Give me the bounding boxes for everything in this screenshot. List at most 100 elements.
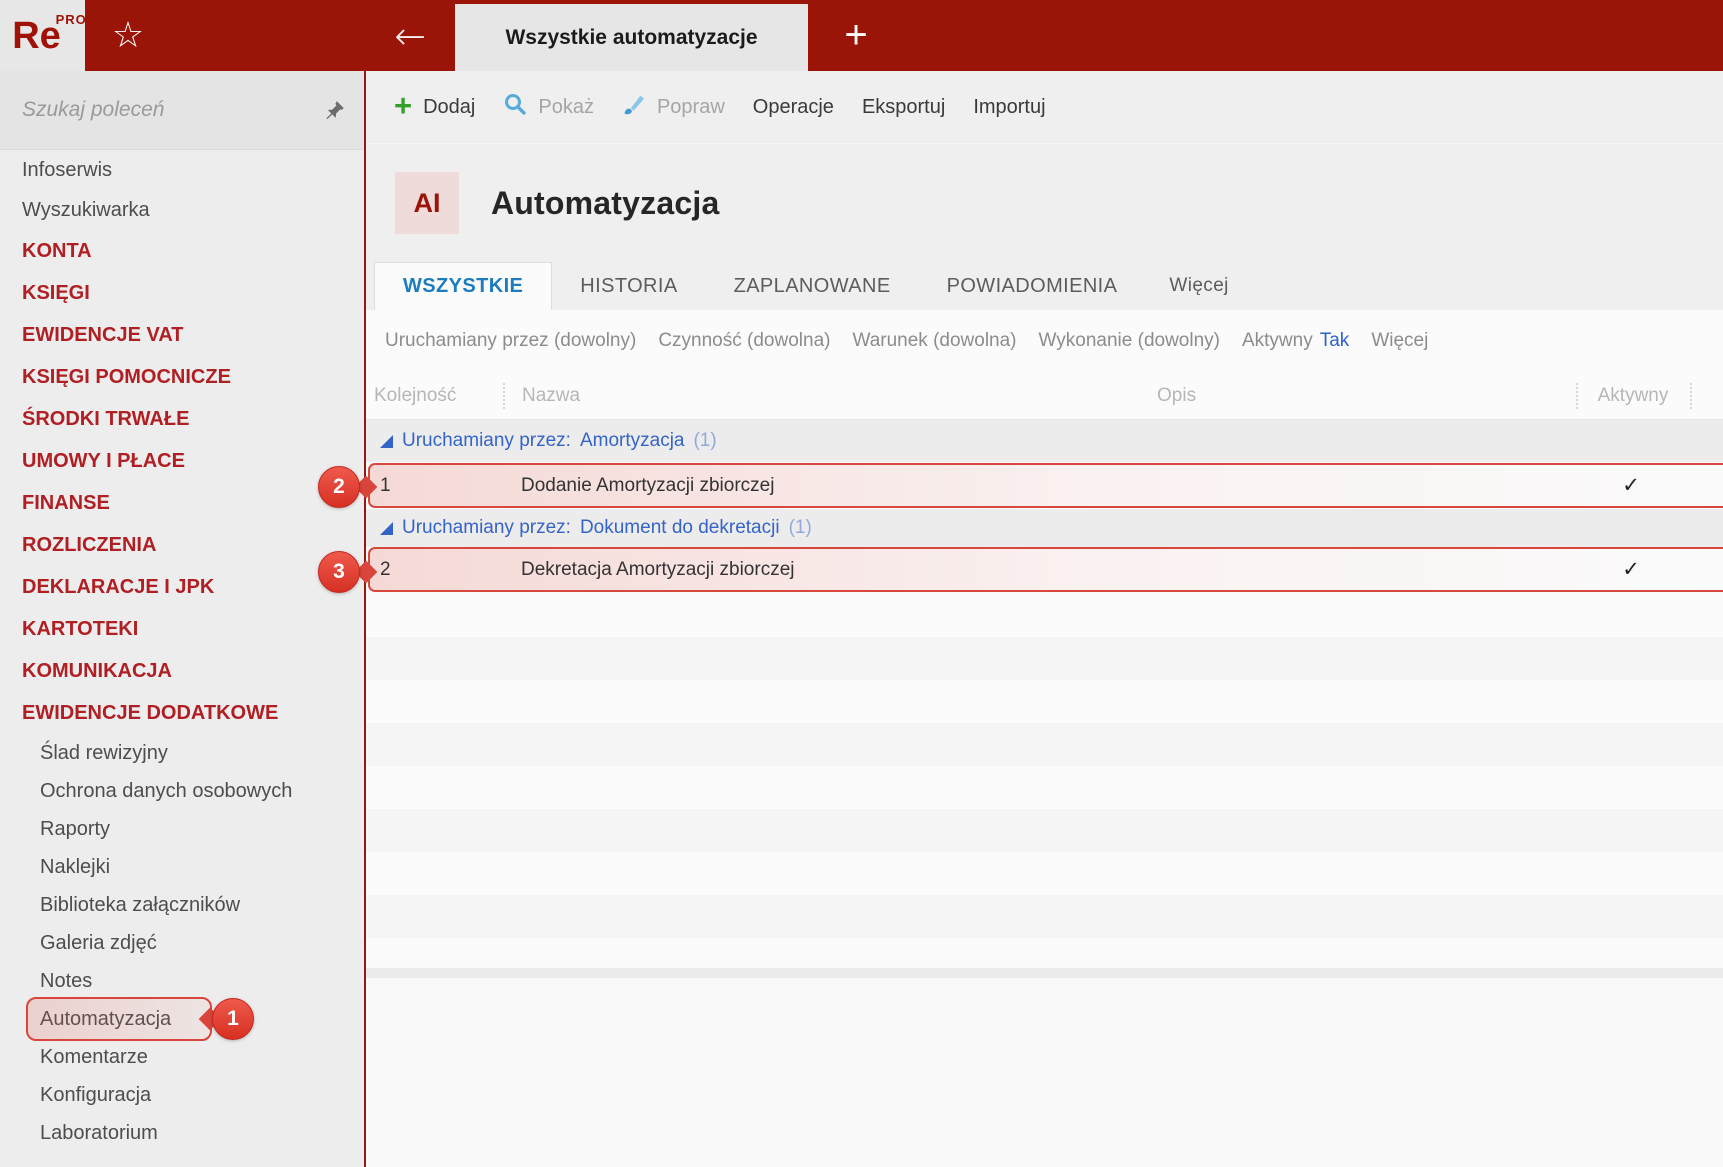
operations-button-label: Operacje bbox=[753, 96, 834, 119]
sidebar-item-label: Ślad rewizyjny bbox=[40, 742, 168, 765]
operations-button[interactable]: Operacje bbox=[753, 96, 834, 119]
empty-row-stripe bbox=[366, 637, 1723, 680]
table-row-dodanie-amortyzacji[interactable]: 1 Dodanie Amortyzacji zbiorczej ✓ bbox=[368, 463, 1723, 508]
sidebar-item-label: Wyszukiwarka bbox=[22, 199, 150, 222]
tab-zaplanowane[interactable]: ZAPLANOWANE bbox=[706, 262, 919, 310]
tab-powiadomienia[interactable]: POWIADOMIENIA bbox=[919, 262, 1146, 310]
sidebar: Szukaj poleceń Infoserwis Wyszukiwarka K… bbox=[0, 71, 366, 1167]
edit-button[interactable]: Popraw bbox=[622, 92, 725, 122]
cell-kolejnosc: 1 bbox=[380, 465, 391, 506]
active-checkmark-icon: ✓ bbox=[1574, 549, 1688, 590]
cell-nazwa: Dekretacja Amortyzacji zbiorczej bbox=[521, 549, 794, 590]
sidebar-item-ksiegi[interactable]: KSIĘGI bbox=[0, 272, 364, 314]
sidebar-item-konfiguracja[interactable]: Konfiguracja bbox=[0, 1076, 364, 1114]
sidebar-item-rozliczenia[interactable]: ROZLICZENIA bbox=[0, 524, 364, 566]
sidebar-item-ewidencje-dodatkowe[interactable]: EWIDENCJE DODATKOWE bbox=[0, 692, 364, 734]
empty-row-stripe bbox=[366, 895, 1723, 938]
sidebar-item-deklaracje-i-jpk[interactable]: DEKLARACJE I JPK bbox=[0, 566, 364, 608]
sidebar-item-finanse[interactable]: FINANSE bbox=[0, 482, 364, 524]
grid-panel: Uruchamiany przez (dowolny) Czynność (do… bbox=[366, 310, 1723, 1167]
sidebar-item-label: KARTOTEKI bbox=[22, 618, 138, 641]
pin-icon[interactable] bbox=[322, 97, 348, 123]
sidebar-item-automatyzacja[interactable]: Automatyzacja bbox=[0, 1000, 364, 1038]
import-button[interactable]: Importuj bbox=[973, 96, 1045, 119]
sidebar-item-laboratorium[interactable]: Laboratorium bbox=[0, 1114, 364, 1152]
favorites-star-icon[interactable]: ☆ bbox=[102, 0, 154, 71]
sidebar-item-slad-rewizyjny[interactable]: Ślad rewizyjny bbox=[0, 734, 364, 772]
sidebar-item-komentarze[interactable]: Komentarze bbox=[0, 1038, 364, 1076]
group-expand-icon bbox=[380, 435, 393, 448]
tab-historia[interactable]: HISTORIA bbox=[552, 262, 705, 310]
sidebar-item-notes[interactable]: Notes bbox=[0, 962, 364, 1000]
back-arrow-icon[interactable]: ← bbox=[380, 0, 440, 71]
app-window: { "topbar": { "logo_text": "Re", "logo_s… bbox=[0, 0, 1723, 1167]
show-button[interactable]: Pokaż bbox=[503, 92, 594, 122]
command-search[interactable]: Szukaj poleceń bbox=[0, 71, 364, 150]
filter-czynnosc[interactable]: Czynność (dowolna) bbox=[658, 330, 830, 352]
filter-more[interactable]: Więcej bbox=[1371, 330, 1428, 352]
active-checkmark-icon: ✓ bbox=[1574, 465, 1688, 506]
sidebar-item-naklejki[interactable]: Naklejki bbox=[0, 848, 364, 886]
title-bar: RePRO ☆ ← Wszystkie automatyzacje + bbox=[0, 0, 1723, 71]
sidebar-item-galeria-zdjec[interactable]: Galeria zdjęć bbox=[0, 924, 364, 962]
edit-button-label: Popraw bbox=[657, 96, 725, 119]
export-button[interactable]: Eksportuj bbox=[862, 96, 945, 119]
sidebar-item-ksiegi-pomocnicze[interactable]: KSIĘGI POMOCNICZE bbox=[0, 356, 364, 398]
sidebar-item-label: Naklejki bbox=[40, 856, 110, 879]
column-separator[interactable] bbox=[503, 383, 505, 409]
column-header-opis[interactable]: Opis bbox=[1157, 372, 1196, 420]
new-tab-plus-icon[interactable]: + bbox=[828, 0, 884, 71]
sidebar-item-label: UMOWY I PŁACE bbox=[22, 450, 185, 473]
sidebar-item-komunikacja[interactable]: KOMUNIKACJA bbox=[0, 650, 364, 692]
sidebar-item-label: Infoserwis bbox=[22, 159, 112, 182]
tab-wszystkie[interactable]: WSZYSTKIE bbox=[374, 262, 552, 310]
tab-more[interactable]: Więcej bbox=[1145, 262, 1252, 310]
group-row-amortyzacja[interactable]: Uruchamiany przez: Amortyzacja (1) bbox=[366, 420, 1723, 462]
sidebar-item-kartoteki[interactable]: KARTOTEKI bbox=[0, 608, 364, 650]
sidebar-item-label: KSIĘGI bbox=[22, 282, 90, 305]
sidebar-item-umowy-i-place[interactable]: UMOWY I PŁACE bbox=[0, 440, 364, 482]
filter-aktywny-label: Aktywny bbox=[1242, 330, 1313, 352]
window-tab-active[interactable]: Wszystkie automatyzacje bbox=[455, 4, 808, 71]
table-row-dekretacja-amortyzacji[interactable]: 2 Dekretacja Amortyzacji zbiorczej ✓ bbox=[368, 547, 1723, 592]
add-button[interactable]: + Dodaj bbox=[394, 93, 475, 121]
empty-row-stripe bbox=[366, 809, 1723, 852]
page-title: Automatyzacja bbox=[491, 185, 719, 222]
group-label-value: Amortyzacja bbox=[580, 430, 685, 452]
sidebar-item-ewidencje-vat[interactable]: EWIDENCJE VAT bbox=[0, 314, 364, 356]
group-row-dokument-do-dekretacji[interactable]: Uruchamiany przez: Dokument do dekretacj… bbox=[366, 509, 1723, 547]
app-logo-text: RePRO bbox=[12, 17, 73, 55]
search-input[interactable]: Szukaj poleceń bbox=[22, 98, 322, 122]
cell-kolejnosc: 2 bbox=[380, 549, 391, 590]
sidebar-item-konta[interactable]: KONTA bbox=[0, 230, 364, 272]
magnifier-icon bbox=[503, 92, 527, 122]
filter-wykonanie[interactable]: Wykonanie (dowolny) bbox=[1039, 330, 1220, 352]
filter-aktywny-value: Tak bbox=[1320, 330, 1350, 352]
annotation-step-badge-3: 3 bbox=[318, 551, 360, 593]
annotation-step-badge-2: 2 bbox=[318, 466, 360, 508]
column-header-nazwa[interactable]: Nazwa bbox=[522, 372, 580, 420]
sidebar-item-biblioteka-zalacznikow[interactable]: Biblioteka załączników bbox=[0, 886, 364, 924]
sidebar-item-label: ŚRODKI TRWAŁE bbox=[22, 408, 189, 431]
sidebar-item-raporty[interactable]: Raporty bbox=[0, 810, 364, 848]
sidebar-item-label: Konfiguracja bbox=[40, 1084, 151, 1107]
filter-uruchamiany-przez[interactable]: Uruchamiany przez (dowolny) bbox=[385, 330, 636, 352]
sidebar-item-label: Galeria zdjęć bbox=[40, 932, 157, 955]
app-logo[interactable]: RePRO bbox=[0, 0, 85, 71]
panel-background bbox=[366, 978, 1723, 1167]
sidebar-item-srodki-trwale[interactable]: ŚRODKI TRWAŁE bbox=[0, 398, 364, 440]
annotation-step-badge-1: 1 bbox=[212, 998, 254, 1040]
column-header-kolejnosc[interactable]: Kolejność bbox=[374, 372, 456, 420]
filter-warunek[interactable]: Warunek (dowolna) bbox=[852, 330, 1016, 352]
column-separator[interactable] bbox=[1690, 383, 1692, 409]
column-header-aktywny[interactable]: Aktywny bbox=[1576, 372, 1690, 420]
filter-aktywny[interactable]: Aktywny Tak bbox=[1242, 330, 1349, 352]
show-button-label: Pokaż bbox=[538, 96, 594, 119]
sidebar-item-infoserwis[interactable]: Infoserwis bbox=[0, 150, 364, 190]
sidebar-item-label: Komentarze bbox=[40, 1046, 148, 1069]
group-label-prefix: Uruchamiany przez: bbox=[402, 517, 571, 539]
sidebar-item-wyszukiwarka[interactable]: Wyszukiwarka bbox=[0, 190, 364, 230]
sidebar-item-label: Raporty bbox=[40, 818, 110, 841]
module-badge: AI bbox=[395, 172, 459, 234]
sidebar-item-ochrona-danych[interactable]: Ochrona danych osobowych bbox=[0, 772, 364, 810]
